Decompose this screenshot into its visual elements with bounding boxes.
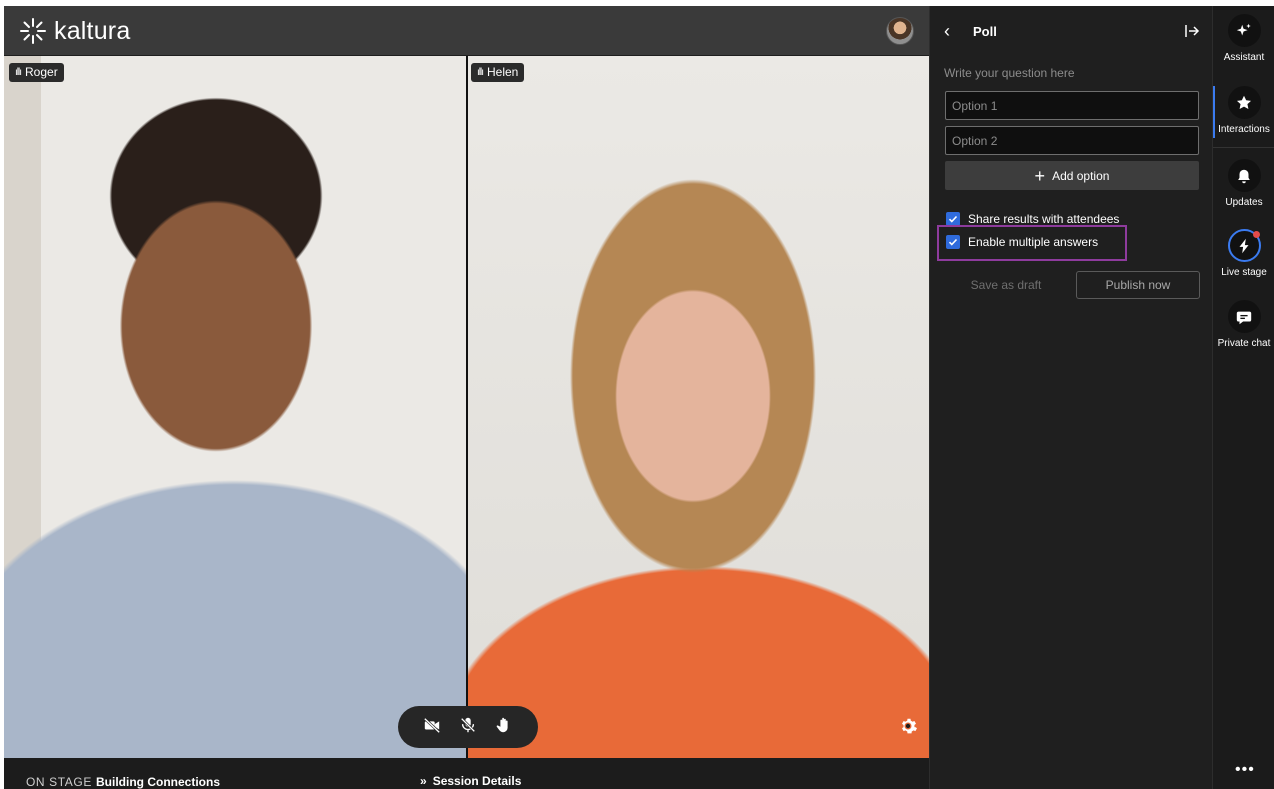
audio-level-icon: ıllı [15, 67, 22, 78]
rail-item-assistant[interactable]: Assistant [1213, 14, 1274, 63]
on-stage-label: ON STAGE [26, 775, 92, 789]
add-option-label: Add option [1052, 168, 1110, 183]
audio-level-icon: ıllı [477, 67, 484, 78]
poll-option-1-input[interactable] [945, 91, 1199, 120]
share-results-checkbox-row[interactable]: Share results with attendees [946, 212, 1119, 226]
add-option-button[interactable]: + Add option [945, 161, 1199, 190]
save-draft-button[interactable]: Save as draft [946, 271, 1066, 299]
kaltura-logo-icon [20, 18, 46, 44]
rail-label: Updates [1225, 197, 1263, 208]
participant-name: Helen [487, 65, 519, 79]
participant-name: Roger [25, 65, 58, 79]
media-controls [398, 706, 538, 748]
rail-item-updates[interactable]: Updates [1213, 159, 1274, 208]
session-details-button[interactable]: » Session Details [420, 774, 521, 788]
back-chevron-icon[interactable]: ‹ [944, 21, 960, 41]
session-details-label: Session Details [432, 774, 522, 788]
plus-icon: + [1034, 165, 1046, 186]
camera-off-icon[interactable] [423, 716, 441, 739]
settings-gear-icon[interactable] [898, 716, 918, 736]
share-results-checkbox[interactable] [946, 212, 960, 226]
publish-now-button[interactable]: Publish now [1076, 271, 1200, 299]
sparkle-icon [1227, 14, 1261, 47]
rail-item-live-stage[interactable]: Live stage [1213, 229, 1274, 278]
rail-divider [1213, 147, 1274, 148]
more-options-icon[interactable]: ••• [1235, 762, 1255, 778]
bell-icon [1227, 159, 1261, 192]
poll-question-input[interactable] [944, 62, 1199, 84]
chevron-double-down-icon: » [420, 774, 427, 788]
share-results-label: Share results with attendees [968, 212, 1120, 226]
video-stage: kaltura ıllı Roger ıllı Helen ON STAGE B… [4, 6, 929, 789]
mic-off-icon[interactable] [459, 716, 477, 739]
rail-label: Live stage [1221, 267, 1267, 278]
panel-title: Poll [973, 24, 997, 39]
side-rail: Assistant Interactions Updates Live stag… [1212, 6, 1274, 789]
collapse-panel-icon[interactable] [1184, 23, 1200, 39]
multiple-answers-checkbox[interactable] [946, 235, 960, 249]
chat-icon [1227, 300, 1261, 333]
poll-option-2-input[interactable] [945, 126, 1199, 155]
participant-name-tag: ıllı Roger [9, 63, 64, 82]
multiple-answers-label: Enable multiple answers [968, 235, 1099, 249]
kaltura-logo: kaltura [18, 16, 130, 46]
top-bar: kaltura [4, 6, 929, 55]
raise-hand-icon[interactable] [495, 716, 513, 739]
rail-label: Interactions [1218, 124, 1270, 135]
rail-item-private-chat[interactable]: Private chat [1213, 300, 1274, 349]
lightning-icon [1227, 229, 1261, 262]
logo-text: kaltura [54, 16, 131, 45]
rail-item-interactions[interactable]: Interactions [1213, 86, 1274, 135]
session-title: Building Connections [96, 775, 220, 789]
user-avatar[interactable] [886, 17, 914, 45]
bottom-bar: ON STAGE Building Connections » Session … [4, 758, 929, 789]
rail-label: Assistant [1223, 52, 1265, 63]
multiple-answers-checkbox-row[interactable]: Enable multiple answers [946, 235, 1098, 249]
rail-label: Private chat [1217, 338, 1271, 349]
video-tile-roger: ıllı Roger [4, 56, 466, 758]
participant-name-tag: ıllı Helen [471, 63, 525, 82]
video-tile-helen: ıllı Helen [468, 56, 929, 758]
panel-header: ‹ Poll [930, 6, 1213, 56]
poll-panel: ‹ Poll + Add option Share results with a… [929, 6, 1212, 789]
notification-dot [1252, 231, 1260, 238]
star-icon [1227, 86, 1261, 119]
